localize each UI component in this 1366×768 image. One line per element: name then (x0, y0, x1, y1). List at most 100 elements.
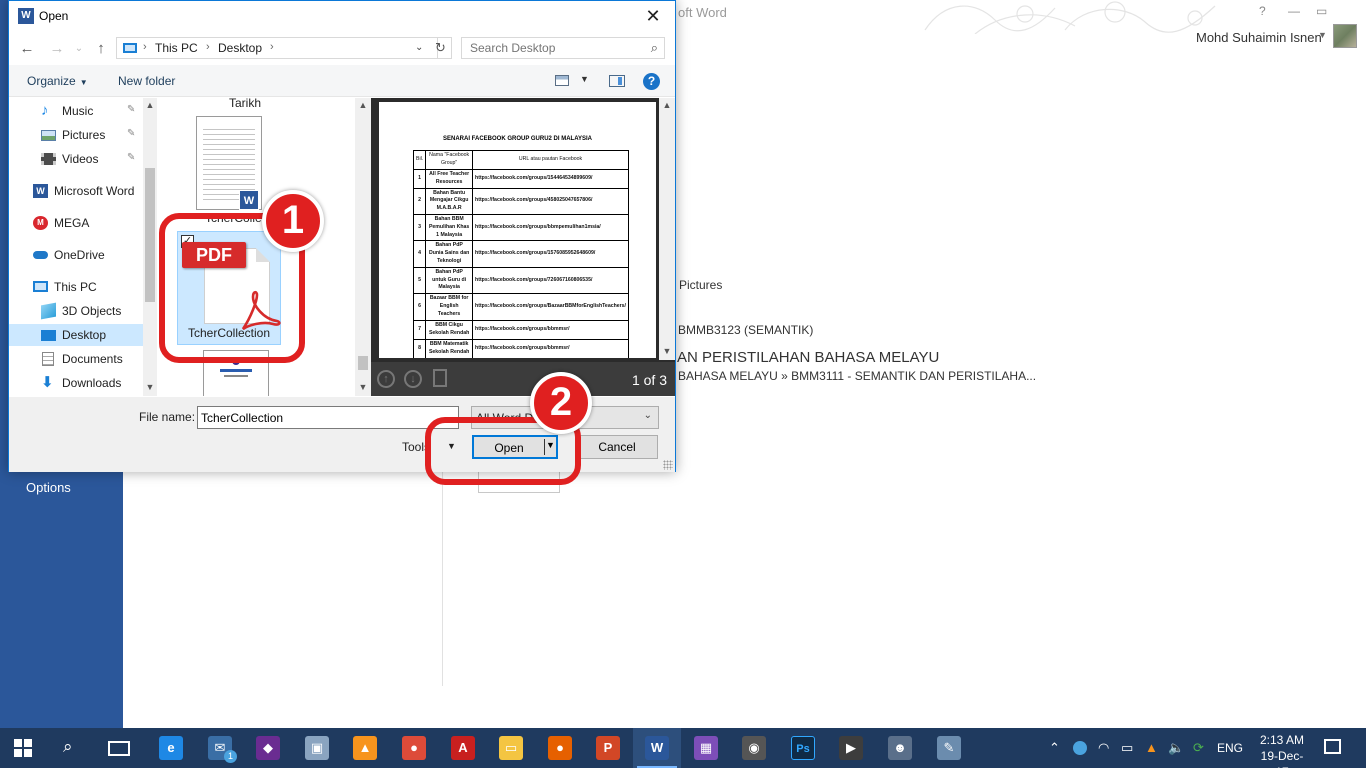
next-page-icon[interactable]: ↓ (404, 370, 422, 388)
view-options-caret-icon[interactable]: ▼ (580, 74, 589, 84)
nav-item-3d-objects[interactable]: 3D Objects (9, 300, 145, 322)
dialog-titlebar[interactable]: W Open ✕ (9, 1, 675, 32)
onedrive-icon (33, 251, 48, 259)
network-globe-icon[interactable] (1073, 741, 1087, 755)
preview-scrollbar[interactable]: ▲ ▼ (659, 98, 675, 360)
action-center-icon[interactable] (1324, 739, 1341, 754)
page-indicator: 1 of 3 (631, 372, 667, 388)
scroll-down-icon[interactable]: ▼ (355, 382, 371, 392)
search-icon[interactable]: ⌕ (651, 40, 658, 56)
scroll-thumb[interactable] (358, 356, 368, 370)
taskbar-app-grid[interactable]: ▦ (682, 728, 730, 768)
powerpoint-icon: P (596, 736, 620, 760)
wifi-icon[interactable]: ◠ (1098, 740, 1109, 756)
up-arrow-icon[interactable]: ↑ (91, 39, 111, 59)
nav-item-music[interactable]: ♪ Music ✎ (9, 100, 145, 122)
clock[interactable]: 2:13 AM 19-Dec-17 (1254, 732, 1310, 768)
nav-item-downloads[interactable]: ⬇ Downloads (9, 372, 145, 394)
windows-start-icon[interactable] (14, 739, 32, 757)
search-box[interactable]: ⌕ (461, 37, 665, 59)
breadcrumb-this-pc[interactable]: This PC (155, 41, 198, 55)
search-icon[interactable]: ⌕ (63, 737, 73, 757)
taskbar-app-pen[interactable]: ✎ (925, 728, 973, 768)
change-view-icon[interactable] (555, 75, 569, 86)
scroll-thumb[interactable] (145, 168, 155, 302)
help-icon[interactable]: ? (643, 73, 660, 90)
pin-icon[interactable]: ✎ (127, 104, 135, 115)
scroll-up-icon[interactable]: ▲ (142, 100, 158, 110)
nav-item-microsoft-word[interactable]: W Microsoft Word (9, 180, 145, 202)
file-name-tarikh[interactable]: Tarikh (195, 98, 295, 110)
organize-label: Organize (27, 74, 76, 88)
nav-item-documents[interactable]: Documents (9, 348, 145, 370)
taskbar-firefox[interactable]: ● (536, 728, 584, 768)
recent-course-title[interactable]: AN PERISTILAHAN BAHASA MELAYU (677, 349, 939, 366)
recent-locations-caret-icon[interactable]: ⌄ (69, 39, 89, 59)
taskbar-word[interactable]: W (633, 728, 681, 768)
taskbar-app-people[interactable]: ☻ (876, 728, 924, 768)
avatar[interactable] (1333, 24, 1357, 48)
pin-icon[interactable]: ✎ (127, 128, 135, 139)
taskbar-app-video[interactable]: ▶ (827, 728, 875, 768)
taskbar-mail[interactable]: ✉ 1 (196, 728, 244, 768)
search-input[interactable] (462, 38, 642, 58)
taskbar-edge[interactable]: e (147, 728, 195, 768)
restore-button[interactable]: ▭ (1316, 4, 1327, 18)
language-indicator[interactable]: ENG (1217, 741, 1243, 755)
new-folder-button[interactable]: New folder (118, 74, 175, 88)
previous-page-icon[interactable]: ↑ (377, 370, 395, 388)
backstage-options[interactable]: Options (26, 480, 71, 495)
file-name-field[interactable] (197, 406, 459, 429)
taskbar-app-shield[interactable]: ◆ (244, 728, 292, 768)
close-icon[interactable]: ✕ (631, 1, 675, 32)
scroll-down-icon[interactable]: ▼ (142, 382, 158, 392)
resize-grip-icon[interactable] (663, 460, 673, 470)
sync-tray-icon[interactable]: ⟳ (1193, 740, 1204, 756)
scroll-up-icon[interactable]: ▲ (355, 100, 371, 110)
taskbar-acrobat[interactable]: A (439, 728, 487, 768)
refresh-icon[interactable]: ↻ (430, 37, 452, 59)
file-list-scrollbar[interactable]: ▲ ▼ (355, 98, 371, 396)
cancel-button[interactable]: Cancel (576, 435, 658, 459)
show-hidden-icons-chevron-icon[interactable]: ⌃ (1049, 740, 1060, 756)
breadcrumb-separator[interactable]: › (206, 41, 210, 53)
nav-item-pictures[interactable]: Pictures ✎ (9, 124, 145, 146)
scroll-down-icon[interactable]: ▼ (659, 346, 675, 356)
taskbar-app-circle[interactable]: ◉ (730, 728, 778, 768)
vlc-tray-icon[interactable]: ▲ (1145, 740, 1158, 755)
minimize-button[interactable]: — (1288, 4, 1300, 18)
task-view-icon[interactable] (108, 741, 130, 756)
taskbar-photoshop[interactable]: Ps (779, 728, 827, 768)
breadcrumb-separator[interactable]: › (270, 41, 274, 53)
help-button[interactable]: ? (1259, 4, 1266, 18)
user-name[interactable]: Mohd Suhaimin Isnen (1196, 30, 1322, 45)
scroll-up-icon[interactable]: ▲ (659, 100, 675, 110)
forward-arrow-icon[interactable]: → (47, 39, 67, 59)
address-dropdown-icon[interactable]: ⌄ (415, 42, 423, 53)
nav-item-desktop[interactable]: Desktop (9, 324, 145, 346)
pin-icon[interactable]: ✎ (127, 152, 135, 163)
breadcrumb-desktop[interactable]: Desktop (218, 41, 262, 55)
dialog-title: Open (39, 9, 69, 23)
taskbar-powerpoint[interactable]: P (584, 728, 632, 768)
nav-item-onedrive[interactable]: OneDrive (9, 244, 145, 266)
preview-pane-icon[interactable] (609, 75, 625, 87)
nav-item-videos[interactable]: Videos ✎ (9, 148, 145, 170)
taskbar-chrome[interactable]: ● (390, 728, 438, 768)
recent-pictures-label[interactable]: Pictures (679, 278, 722, 292)
taskbar-vlc[interactable]: ▲ (341, 728, 389, 768)
nav-item-this-pc[interactable]: This PC (9, 276, 145, 298)
organize-button[interactable]: Organize ▼ (27, 74, 88, 88)
nav-item-mega[interactable]: M MEGA (9, 212, 145, 234)
volume-icon[interactable]: 🔈 (1168, 740, 1184, 756)
taskbar-app-computer[interactable]: ▣ (293, 728, 341, 768)
nav-scrollbar[interactable]: ▲ ▼ (143, 98, 157, 396)
address-bar[interactable]: › This PC › Desktop › ⌄ (116, 37, 438, 59)
page-view-icon[interactable] (433, 369, 447, 387)
breadcrumb-separator[interactable]: › (143, 41, 147, 53)
back-arrow-icon[interactable]: ← (17, 39, 37, 59)
recent-course-code[interactable]: BMMB3123 (SEMANTIK) (678, 323, 813, 337)
battery-icon[interactable]: ▭ (1121, 740, 1133, 756)
user-menu-caret-icon[interactable]: ▼ (1318, 30, 1327, 40)
taskbar-file-explorer[interactable]: ▭ (487, 728, 535, 768)
